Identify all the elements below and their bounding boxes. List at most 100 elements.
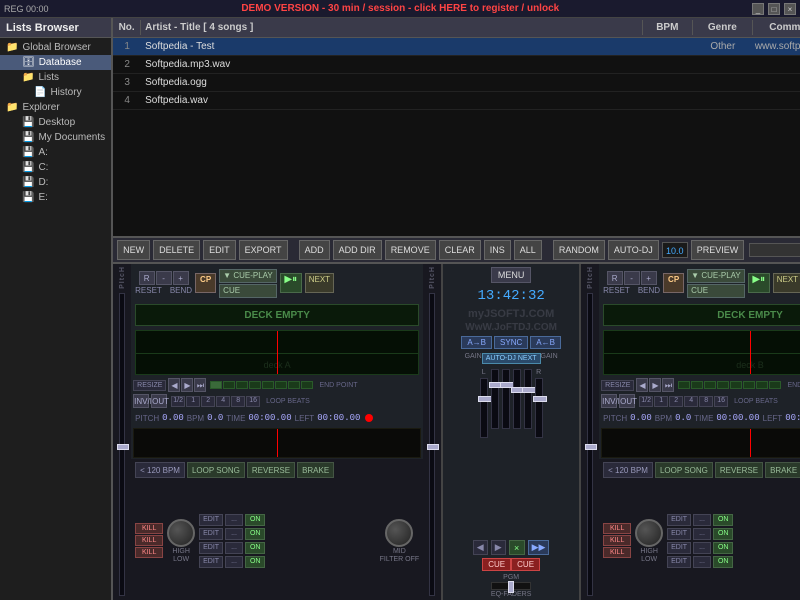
minimize-button[interactable]: _ <box>752 3 764 15</box>
deck-left-1-beat[interactable]: 1 <box>186 396 200 407</box>
sync-btn[interactable]: SYNC <box>494 336 528 349</box>
fader-track-4[interactable] <box>513 369 521 429</box>
xfade-left-nav[interactable]: ◀ <box>473 540 488 555</box>
preview-button[interactable]: PREVIEW <box>691 240 745 260</box>
cue-pt-4[interactable] <box>249 381 261 389</box>
tree-item-lists[interactable]: 📁Lists <box>0 70 111 85</box>
deck-right-pitch-slider-left[interactable]: PItcH <box>581 264 599 600</box>
tree-item-d-[interactable]: 💾D: <box>0 175 111 190</box>
cue-pt-2[interactable] <box>223 381 235 389</box>
deck-right-waveform[interactable]: deck B <box>603 330 800 375</box>
deck-right-4-beat[interactable]: 4 <box>684 396 698 407</box>
deck-left-eq-edit-3[interactable]: EDIT <box>199 542 223 554</box>
deck-right-eq-dots-2[interactable]: ... <box>693 528 711 540</box>
deck-left-eq-on-1[interactable]: ON <box>245 514 266 526</box>
cue-pt-5[interactable] <box>262 381 274 389</box>
center-cue-left-btn[interactable]: CUE <box>482 558 511 571</box>
deck-left-eq-dots-3[interactable]: ... <box>225 542 243 554</box>
cue-pt-3[interactable] <box>236 381 248 389</box>
maximize-button[interactable]: □ <box>768 3 780 15</box>
fader-handle-6[interactable] <box>533 396 547 402</box>
cue-pt-r1[interactable] <box>678 381 690 389</box>
deck-left-kill-mid[interactable]: KILL <box>135 535 163 546</box>
deck-right-eq-edit-3[interactable]: EDIT <box>667 542 691 554</box>
table-row[interactable]: 3 Softpedia.ogg <box>113 74 800 92</box>
tree-item-a-[interactable]: 💾A: <box>0 145 111 160</box>
cue-pt-r8[interactable] <box>769 381 781 389</box>
deck-left-eq-edit-2[interactable]: EDIT <box>199 528 223 540</box>
demo-banner[interactable]: DEMO VERSION - 30 min / session - click … <box>241 3 559 14</box>
crossfader-bar[interactable] <box>491 582 531 590</box>
deck-right-resize-btn[interactable]: RESIZE <box>601 380 634 391</box>
deck-left-cue-play-btn[interactable]: ▼ CUE-PLAY <box>219 269 277 283</box>
table-row[interactable]: 1 Softpedia - Test Other www.softpedia..… <box>113 38 800 56</box>
deck-right-eq-on-3[interactable]: ON <box>713 542 734 554</box>
pitch-handle-left[interactable] <box>117 444 129 450</box>
cue-pt-r7[interactable] <box>756 381 768 389</box>
a-from-b-btn[interactable]: A←B <box>530 336 561 349</box>
deck-left-cue-btn[interactable]: CUE <box>219 284 277 298</box>
add-dir-button[interactable]: ADD DIR <box>333 240 382 260</box>
clear-button[interactable]: CLEAR <box>439 240 481 260</box>
tree-item-history[interactable]: 📄History <box>0 85 111 100</box>
ins-button[interactable]: INS <box>484 240 511 260</box>
edit-button[interactable]: EDIT <box>203 240 236 260</box>
deck-right-2-beat[interactable]: 2 <box>669 396 683 407</box>
deck-left-high-knob[interactable] <box>167 519 195 547</box>
deck-right-half-beat[interactable]: 1/2 <box>639 396 653 407</box>
deck-left-eq-on-4[interactable]: ON <box>245 556 266 568</box>
fader-track-6[interactable] <box>535 378 543 438</box>
deck-right-brake-btn[interactable]: BRAKE <box>765 462 800 478</box>
deck-left-out-btn[interactable]: OUT <box>151 394 167 408</box>
pitch-track-right-l[interactable] <box>429 293 435 596</box>
deck-right-minus-btn[interactable]: - <box>624 271 640 285</box>
pitch-handle-rl[interactable] <box>585 444 597 450</box>
deck-right-kill-low[interactable]: KILL <box>603 547 631 558</box>
crossfader-handle[interactable] <box>508 581 514 593</box>
auto-dj-button[interactable]: AUTO-DJ <box>608 240 659 260</box>
deck-left-nav-end[interactable]: ⏭ <box>194 378 206 392</box>
a-to-b-btn[interactable]: A→B <box>461 336 492 349</box>
deck-left-eq-edit-1[interactable]: EDIT <box>199 514 223 526</box>
table-row[interactable]: 4 Softpedia.wav <box>113 92 800 110</box>
deck-left-brake-btn[interactable]: BRAKE <box>297 462 334 478</box>
deck-left-cp-btn[interactable]: CP <box>195 273 216 293</box>
deck-right-play-pause-btn[interactable]: ▶⏸ <box>748 273 770 293</box>
deck-right-1-beat[interactable]: 1 <box>654 396 668 407</box>
center-menu-btn[interactable]: MENU <box>491 267 532 283</box>
deck-right-nav-end[interactable]: ⏭ <box>662 378 674 392</box>
pitch-track-left[interactable] <box>119 293 125 596</box>
deck-left-8-beat[interactable]: 8 <box>231 396 245 407</box>
cue-pt-r2[interactable] <box>691 381 703 389</box>
deck-left-half-beat[interactable]: 1/2 <box>171 396 185 407</box>
deck-left-bpm-less-btn[interactable]: < 120 BPM <box>135 462 185 478</box>
deck-right-out-btn[interactable]: OUT <box>619 394 635 408</box>
delete-button[interactable]: DELETE <box>153 240 200 260</box>
cue-pt-1[interactable] <box>210 381 222 389</box>
deck-right-nav-next[interactable]: ▶ <box>649 378 661 392</box>
add-button[interactable]: ADD <box>299 240 330 260</box>
deck-left-eq-edit-4[interactable]: EDIT <box>199 556 223 568</box>
pitch-handle-right-l[interactable] <box>427 444 439 450</box>
deck-right-kill-mid[interactable]: KILL <box>603 535 631 546</box>
deck-left-nav-next[interactable]: ▶ <box>181 378 193 392</box>
deck-right-eq-edit-1[interactable]: EDIT <box>667 514 691 526</box>
fader-track-1[interactable] <box>480 378 488 438</box>
all-button[interactable]: ALL <box>514 240 542 260</box>
deck-left-reverse-btn[interactable]: REVERSE <box>247 462 295 478</box>
deck-left-eq-on-3[interactable]: ON <box>245 542 266 554</box>
deck-left-resize-btn[interactable]: RESIZE <box>133 380 166 391</box>
random-button[interactable]: RANDOM <box>553 240 605 260</box>
tree-item-desktop[interactable]: 💾Desktop <box>0 115 111 130</box>
xfade-close-btn[interactable]: × <box>509 540 525 555</box>
deck-left-nav-prev[interactable]: ◀ <box>168 378 180 392</box>
deck-right-eq-dots-1[interactable]: ... <box>693 514 711 526</box>
tree-item-e-[interactable]: 💾E: <box>0 190 111 205</box>
deck-right-nav-prev[interactable]: ◀ <box>636 378 648 392</box>
col-header-artist[interactable]: Artist - Title [ 4 songs ] <box>141 20 643 35</box>
deck-left-eq-dots-2[interactable]: ... <box>225 528 243 540</box>
fader-track-3[interactable] <box>502 369 510 429</box>
cue-pt-7[interactable] <box>288 381 300 389</box>
deck-left-pitch-slider-right[interactable]: PItcH <box>423 264 441 600</box>
deck-right-eq-dots-3[interactable]: ... <box>693 542 711 554</box>
